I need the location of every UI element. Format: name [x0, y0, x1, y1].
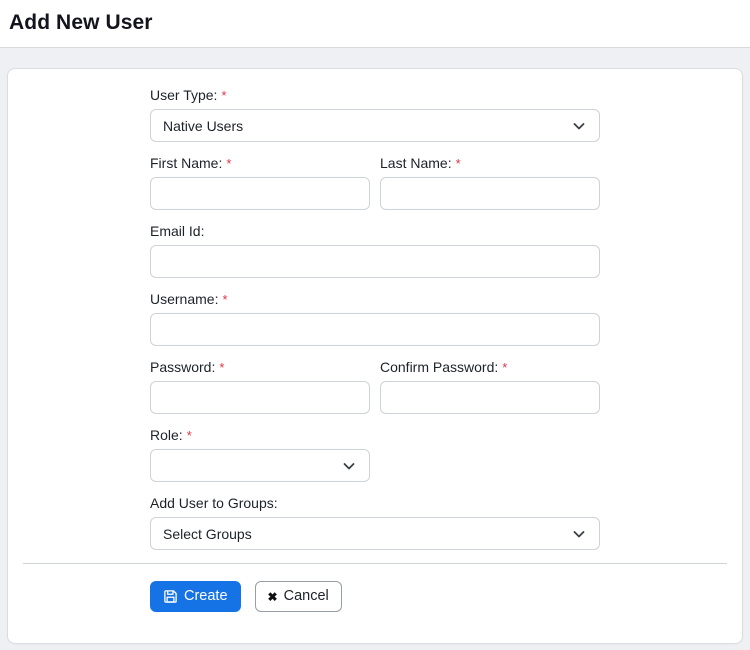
username-input[interactable]: [150, 313, 600, 346]
field-last-name: Last Name: *: [380, 155, 600, 210]
cancel-button[interactable]: ✖ Cancel: [254, 581, 342, 612]
field-confirm-password: Confirm Password: *: [380, 359, 600, 414]
chevron-down-icon: [571, 526, 587, 542]
groups-label: Add User to Groups:: [150, 495, 278, 511]
confirm-password-input[interactable]: [380, 381, 600, 414]
field-groups: Add User to Groups: Select Groups: [150, 495, 600, 550]
email-input[interactable]: [150, 245, 600, 278]
username-label: Username: *: [150, 291, 228, 307]
field-password: Password: *: [150, 359, 370, 414]
first-name-input[interactable]: [150, 177, 370, 210]
field-email: Email Id:: [150, 223, 600, 278]
groups-select[interactable]: Select Groups: [150, 517, 600, 550]
user-type-select[interactable]: Native Users: [150, 109, 600, 142]
required-asterisk: *: [219, 360, 225, 375]
required-asterisk: *: [221, 88, 227, 103]
required-asterisk: *: [455, 156, 461, 171]
create-button-label: Create: [184, 588, 228, 605]
page-header: Add New User: [0, 0, 750, 48]
password-label: Password: *: [150, 359, 225, 375]
required-asterisk: *: [502, 360, 508, 375]
required-asterisk: *: [226, 156, 232, 171]
required-asterisk: *: [186, 428, 192, 443]
field-name-row: First Name: * Last Name: *: [150, 155, 600, 210]
first-name-label: First Name: *: [150, 155, 232, 171]
last-name-input[interactable]: [380, 177, 600, 210]
groups-selected-value: Select Groups: [163, 525, 252, 542]
cancel-button-label: Cancel: [283, 588, 329, 605]
password-input[interactable]: [150, 381, 370, 414]
chevron-down-icon: [571, 118, 587, 134]
email-label: Email Id:: [150, 223, 205, 239]
field-user-type: User Type: * Native Users: [150, 87, 600, 142]
field-role: Role: *: [150, 427, 600, 482]
create-button[interactable]: Create: [150, 581, 241, 612]
field-first-name: First Name: *: [150, 155, 370, 210]
add-user-form: User Type:* Native Users First Name:*: [150, 87, 600, 550]
x-icon: ✖: [267, 589, 278, 604]
field-password-row: Password: * Confirm Password: *: [150, 359, 600, 414]
role-label: Role: *: [150, 427, 192, 443]
add-user-card: User Type:* Native Users First Name:*: [7, 68, 743, 644]
role-select[interactable]: [150, 449, 370, 482]
page-title: Add New User: [9, 11, 153, 34]
form-footer: Create ✖ Cancel: [150, 564, 600, 612]
user-type-label: User Type: *: [150, 87, 227, 103]
save-icon: [163, 589, 178, 604]
field-username: Username: *: [150, 291, 600, 346]
page-content: User Type:* Native Users First Name:*: [0, 48, 750, 650]
chevron-down-icon: [341, 458, 357, 474]
last-name-label: Last Name: *: [380, 155, 461, 171]
user-type-selected-value: Native Users: [163, 117, 244, 134]
required-asterisk: *: [222, 292, 228, 307]
confirm-password-label: Confirm Password: *: [380, 359, 508, 375]
